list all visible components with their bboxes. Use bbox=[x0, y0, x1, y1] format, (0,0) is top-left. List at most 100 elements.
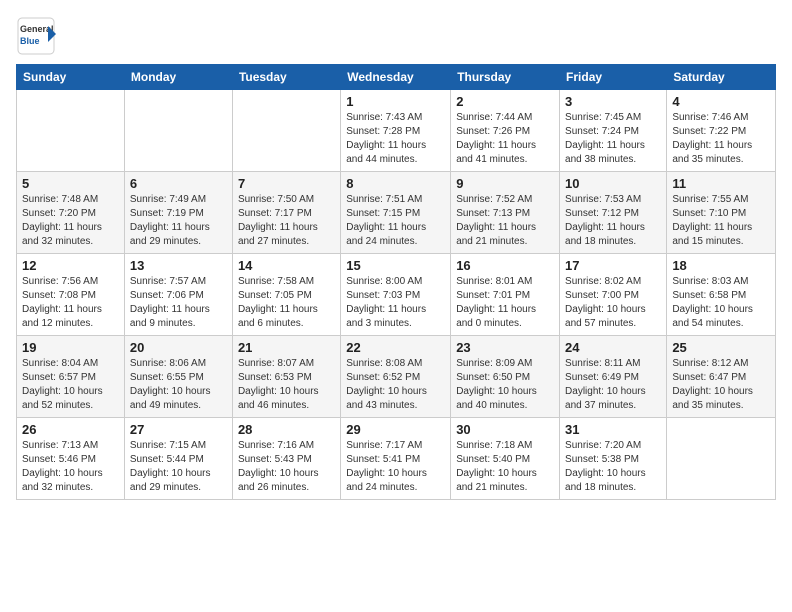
day-info: Sunrise: 8:00 AMSunset: 7:03 PMDaylight:… bbox=[346, 275, 445, 331]
logo-svg: General Blue bbox=[16, 16, 56, 56]
calendar-cell: 2Sunrise: 7:44 AMSunset: 7:26 PMDaylight… bbox=[451, 90, 560, 172]
calendar-cell: 31 Sunrise: 7:20 AMSunset: 5:38 PMDayligh… bbox=[560, 418, 667, 500]
calendar-cell: 26Sunrise: 7:13 AMSunset: 5:46 PMDayligh… bbox=[17, 418, 125, 500]
calendar-week-row: 12 Sunrise: 7:56 AMSunset: 7:08 PMDayligh… bbox=[17, 254, 776, 336]
calendar-cell bbox=[667, 418, 776, 500]
day-number: 31 bbox=[565, 422, 661, 437]
day-info: Sunrise: 8:02 AMSunset: 7:00 PMDaylight:… bbox=[565, 275, 661, 331]
calendar-cell: 29 Sunrise: 7:17 AMSunset: 5:41 PMDayligh… bbox=[341, 418, 451, 500]
day-number: 20 bbox=[130, 340, 227, 355]
calendar-cell: 11 Sunrise: 7:55 AMSunset: 7:10 PMDayligh… bbox=[667, 172, 776, 254]
calendar-week-row: 19 Sunrise: 8:04 AMSunset: 6:57 PMDayligh… bbox=[17, 336, 776, 418]
day-number: 5 bbox=[22, 176, 119, 191]
day-info: Sunrise: 8:03 AMSunset: 6:58 PMDaylight:… bbox=[672, 275, 770, 331]
column-header-friday: Friday bbox=[560, 65, 667, 90]
day-number: 2 bbox=[456, 94, 554, 109]
day-info: Sunrise: 8:11 AMSunset: 6:49 PMDaylight:… bbox=[565, 357, 661, 413]
day-number: 11 bbox=[672, 176, 770, 191]
day-info: Sunrise: 8:01 AMSunset: 7:01 PMDaylight:… bbox=[456, 275, 554, 331]
day-info: Sunrise: 7:57 AMSunset: 7:06 PMDaylight:… bbox=[130, 275, 227, 331]
day-info: Sunrise: 7:18 AMSunset: 5:40 PMDaylight:… bbox=[456, 439, 554, 495]
calendar-cell: 17 Sunrise: 8:02 AMSunset: 7:00 PMDayligh… bbox=[560, 254, 667, 336]
day-number: 25 bbox=[672, 340, 770, 355]
day-number: 7 bbox=[238, 176, 335, 191]
day-info: Sunrise: 7:58 AMSunset: 7:05 PMDaylight:… bbox=[238, 275, 335, 331]
column-header-tuesday: Tuesday bbox=[232, 65, 340, 90]
day-info: Sunrise: 7:20 AMSunset: 5:38 PMDaylight:… bbox=[565, 439, 661, 495]
svg-text:Blue: Blue bbox=[20, 36, 40, 46]
day-number: 18 bbox=[672, 258, 770, 273]
calendar-cell: 27 Sunrise: 7:15 AMSunset: 5:44 PMDayligh… bbox=[124, 418, 232, 500]
day-number: 3 bbox=[565, 94, 661, 109]
column-header-thursday: Thursday bbox=[451, 65, 560, 90]
calendar-table: SundayMondayTuesdayWednesdayThursdayFrid… bbox=[16, 64, 776, 500]
day-number: 12 bbox=[22, 258, 119, 273]
calendar-cell: 14 Sunrise: 7:58 AMSunset: 7:05 PMDayligh… bbox=[232, 254, 340, 336]
day-info: Sunrise: 8:09 AMSunset: 6:50 PMDaylight:… bbox=[456, 357, 554, 413]
calendar-cell: 9 Sunrise: 7:52 AMSunset: 7:13 PMDaylight… bbox=[451, 172, 560, 254]
day-info: Sunrise: 7:51 AMSunset: 7:15 PMDaylight:… bbox=[346, 193, 445, 249]
day-info: Sunrise: 7:15 AMSunset: 5:44 PMDaylight:… bbox=[130, 439, 227, 495]
day-info: Sunrise: 7:48 AMSunset: 7:20 PMDaylight:… bbox=[22, 193, 119, 249]
calendar-week-row: 1 Sunrise: 7:43 AMSunset: 7:28 PMDaylight… bbox=[17, 90, 776, 172]
day-info: Sunrise: 7:56 AMSunset: 7:08 PMDaylight:… bbox=[22, 275, 119, 331]
day-number: 10 bbox=[565, 176, 661, 191]
calendar-header-row: SundayMondayTuesdayWednesdayThursdayFrid… bbox=[17, 65, 776, 90]
day-number: 15 bbox=[346, 258, 445, 273]
day-info: Sunrise: 8:12 AMSunset: 6:47 PMDaylight:… bbox=[672, 357, 770, 413]
day-number: 23 bbox=[456, 340, 554, 355]
calendar-cell: 30 Sunrise: 7:18 AMSunset: 5:40 PMDayligh… bbox=[451, 418, 560, 500]
column-header-monday: Monday bbox=[124, 65, 232, 90]
logo-container: General Blue bbox=[16, 16, 56, 56]
calendar-week-row: 26Sunrise: 7:13 AMSunset: 5:46 PMDayligh… bbox=[17, 418, 776, 500]
day-info: Sunrise: 8:06 AMSunset: 6:55 PMDaylight:… bbox=[130, 357, 227, 413]
day-info: Sunrise: 7:17 AMSunset: 5:41 PMDaylight:… bbox=[346, 439, 445, 495]
calendar-cell: 3Sunrise: 7:45 AMSunset: 7:24 PMDaylight… bbox=[560, 90, 667, 172]
calendar-cell: 7 Sunrise: 7:50 AMSunset: 7:17 PMDaylight… bbox=[232, 172, 340, 254]
day-number: 21 bbox=[238, 340, 335, 355]
day-info: Sunrise: 7:50 AMSunset: 7:17 PMDaylight:… bbox=[238, 193, 335, 249]
calendar-cell: 13 Sunrise: 7:57 AMSunset: 7:06 PMDayligh… bbox=[124, 254, 232, 336]
calendar-cell: 12 Sunrise: 7:56 AMSunset: 7:08 PMDayligh… bbox=[17, 254, 125, 336]
page-header: General Blue bbox=[16, 16, 776, 56]
calendar-cell: 6 Sunrise: 7:49 AMSunset: 7:19 PMDaylight… bbox=[124, 172, 232, 254]
day-number: 17 bbox=[565, 258, 661, 273]
day-number: 19 bbox=[22, 340, 119, 355]
calendar-cell: 1 Sunrise: 7:43 AMSunset: 7:28 PMDaylight… bbox=[341, 90, 451, 172]
day-number: 13 bbox=[130, 258, 227, 273]
day-number: 16 bbox=[456, 258, 554, 273]
calendar-cell bbox=[124, 90, 232, 172]
day-number: 9 bbox=[456, 176, 554, 191]
day-info: Sunrise: 7:16 AMSunset: 5:43 PMDaylight:… bbox=[238, 439, 335, 495]
day-info: Sunrise: 7:46 AMSunset: 7:22 PMDaylight:… bbox=[672, 111, 770, 167]
day-info: Sunrise: 8:08 AMSunset: 6:52 PMDaylight:… bbox=[346, 357, 445, 413]
day-number: 24 bbox=[565, 340, 661, 355]
column-header-saturday: Saturday bbox=[667, 65, 776, 90]
day-number: 26 bbox=[22, 422, 119, 437]
calendar-week-row: 5 Sunrise: 7:48 AMSunset: 7:20 PMDaylight… bbox=[17, 172, 776, 254]
calendar-cell: 19 Sunrise: 8:04 AMSunset: 6:57 PMDayligh… bbox=[17, 336, 125, 418]
day-number: 27 bbox=[130, 422, 227, 437]
calendar-cell bbox=[17, 90, 125, 172]
day-number: 30 bbox=[456, 422, 554, 437]
day-number: 8 bbox=[346, 176, 445, 191]
day-info: Sunrise: 7:49 AMSunset: 7:19 PMDaylight:… bbox=[130, 193, 227, 249]
day-number: 22 bbox=[346, 340, 445, 355]
calendar-cell: 24 Sunrise: 8:11 AMSunset: 6:49 PMDayligh… bbox=[560, 336, 667, 418]
calendar-cell: 20 Sunrise: 8:06 AMSunset: 6:55 PMDayligh… bbox=[124, 336, 232, 418]
day-info: Sunrise: 7:55 AMSunset: 7:10 PMDaylight:… bbox=[672, 193, 770, 249]
day-info: Sunrise: 7:52 AMSunset: 7:13 PMDaylight:… bbox=[456, 193, 554, 249]
calendar-cell: 16 Sunrise: 8:01 AMSunset: 7:01 PMDayligh… bbox=[451, 254, 560, 336]
day-number: 6 bbox=[130, 176, 227, 191]
day-info: Sunrise: 7:43 AMSunset: 7:28 PMDaylight:… bbox=[346, 111, 445, 167]
day-number: 29 bbox=[346, 422, 445, 437]
day-number: 1 bbox=[346, 94, 445, 109]
column-header-sunday: Sunday bbox=[17, 65, 125, 90]
day-number: 14 bbox=[238, 258, 335, 273]
calendar-cell: 5 Sunrise: 7:48 AMSunset: 7:20 PMDaylight… bbox=[17, 172, 125, 254]
calendar-cell: 28Sunrise: 7:16 AMSunset: 5:43 PMDayligh… bbox=[232, 418, 340, 500]
calendar-cell: 8 Sunrise: 7:51 AMSunset: 7:15 PMDaylight… bbox=[341, 172, 451, 254]
day-info: Sunrise: 8:04 AMSunset: 6:57 PMDaylight:… bbox=[22, 357, 119, 413]
calendar-cell: 18 Sunrise: 8:03 AMSunset: 6:58 PMDayligh… bbox=[667, 254, 776, 336]
calendar-cell: 22 Sunrise: 8:08 AMSunset: 6:52 PMDayligh… bbox=[341, 336, 451, 418]
